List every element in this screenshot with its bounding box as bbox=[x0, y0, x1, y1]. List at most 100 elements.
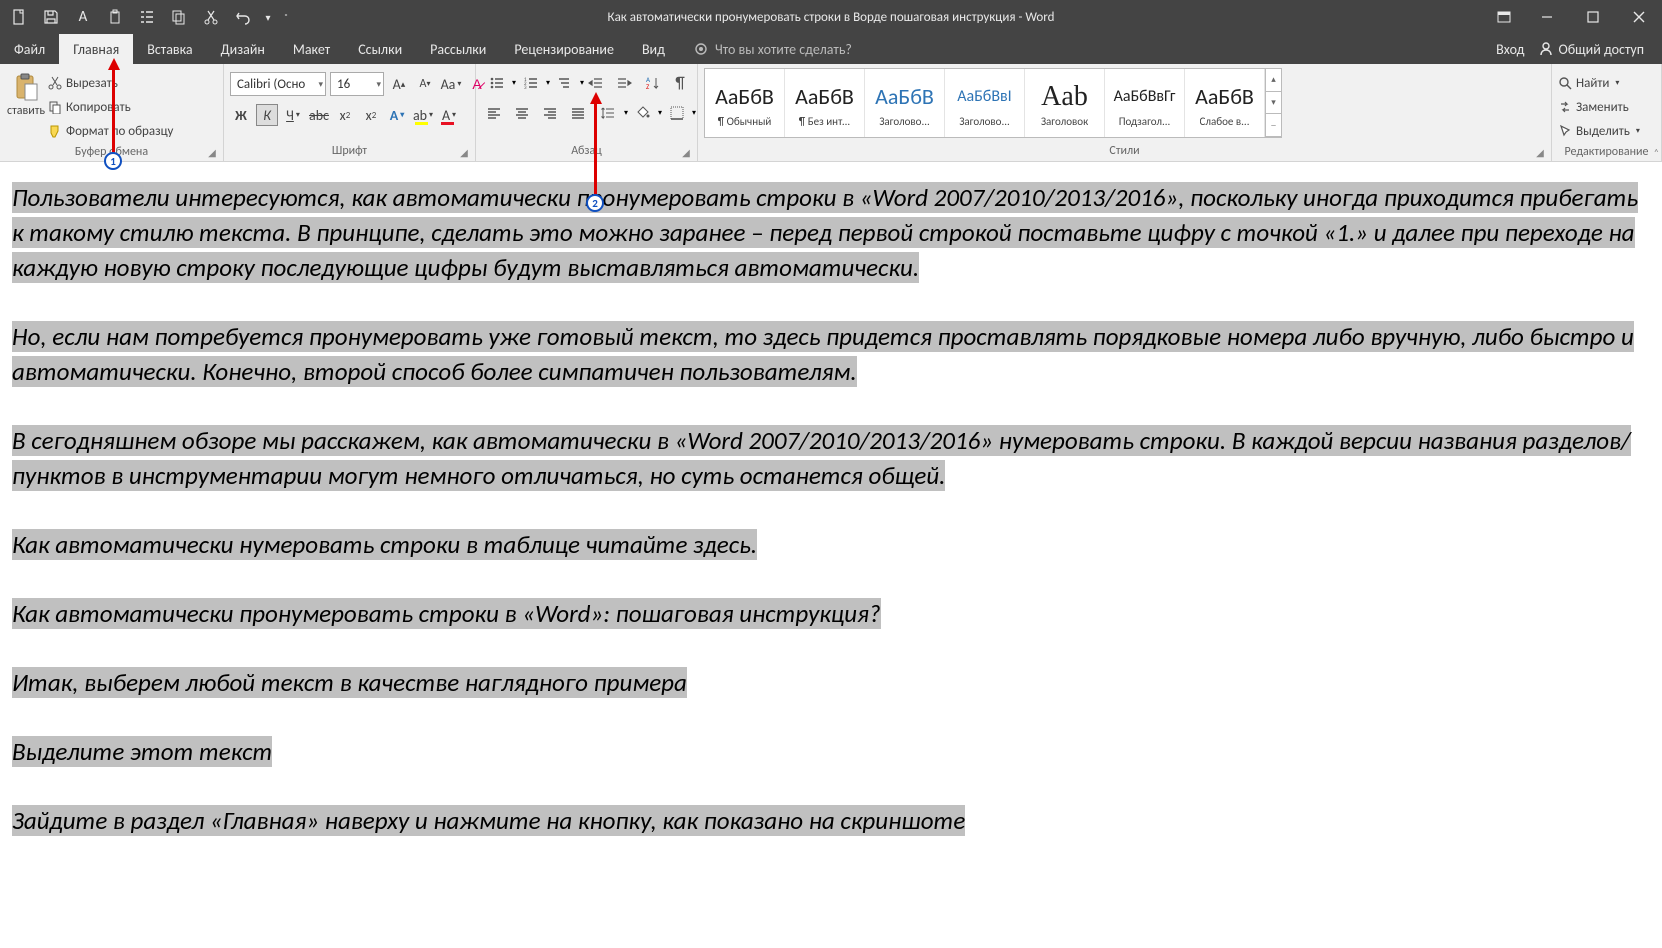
share-button[interactable]: Общий доступ bbox=[1538, 41, 1644, 58]
font-group-label: Шрифт bbox=[224, 141, 475, 161]
italic-button[interactable]: К bbox=[256, 104, 278, 126]
justify-button[interactable] bbox=[566, 102, 590, 124]
tell-me-search[interactable]: Что вы хотите сделать? bbox=[679, 34, 852, 64]
superscript-button[interactable]: x2 bbox=[360, 104, 382, 126]
ribbon-display-icon[interactable] bbox=[1484, 0, 1524, 34]
decrease-indent-button[interactable] bbox=[584, 72, 608, 94]
document-body[interactable]: Пользователи интересуются, как автоматич… bbox=[0, 162, 1662, 846]
ribbon: ставить Вырезать Копировать Формат по об… bbox=[0, 64, 1662, 162]
collapse-ribbon-icon[interactable]: ˄ bbox=[1654, 146, 1659, 159]
subscript-button[interactable]: x2 bbox=[334, 104, 356, 126]
clipboard-dialog-launcher[interactable]: ◢ bbox=[205, 145, 219, 159]
underline-button[interactable]: Ч▾ bbox=[282, 104, 304, 126]
signin-button[interactable]: Вход bbox=[1496, 41, 1524, 58]
redo-dropdown-icon[interactable]: ▾ bbox=[259, 0, 277, 34]
tab-references[interactable]: Ссылки bbox=[344, 34, 416, 64]
tab-review[interactable]: Рецензирование bbox=[500, 34, 628, 64]
show-marks-button[interactable]: ¶ bbox=[668, 72, 692, 94]
undo-icon[interactable] bbox=[227, 0, 259, 34]
align-right-button[interactable] bbox=[538, 102, 562, 124]
font-name-combo[interactable]: Calibri (Осно▾ bbox=[230, 72, 326, 96]
font-color-button[interactable]: A▾ bbox=[438, 104, 460, 126]
tab-view[interactable]: Вид bbox=[628, 34, 679, 64]
bold-button[interactable]: Ж bbox=[230, 104, 252, 126]
doc-paragraph: Как автоматически пронумеровать строки в… bbox=[12, 598, 881, 629]
paragraph-group-label: Абзац bbox=[476, 141, 697, 161]
doc-paragraph: Выделите этот текст bbox=[12, 736, 272, 767]
window-title: Как автоматически пронумеровать строки в… bbox=[608, 10, 1055, 25]
gallery-scroll[interactable]: ▴▾⎯ bbox=[1265, 69, 1281, 137]
style-item[interactable]: АаБбВвГгПодзагол... bbox=[1105, 69, 1185, 137]
paste-label: ставить bbox=[7, 104, 45, 118]
tab-mailings[interactable]: Рассылки bbox=[416, 34, 500, 64]
font-dialog-launcher[interactable]: ◢ bbox=[457, 145, 471, 159]
tab-insert[interactable]: Вставка bbox=[133, 34, 206, 64]
sort-button[interactable]: AZ bbox=[640, 72, 664, 94]
highlight-button[interactable]: ab▾ bbox=[412, 104, 434, 126]
ribbon-tabs: Файл Главная Вставка Дизайн Макет Ссылки… bbox=[0, 34, 1662, 64]
shrink-font-button[interactable]: A▾ bbox=[414, 73, 436, 95]
new-doc-icon[interactable] bbox=[3, 0, 35, 34]
change-case-button[interactable]: Aa▾ bbox=[440, 73, 462, 95]
annotation-arrow-1 bbox=[108, 58, 120, 70]
select-button[interactable]: Выделить▾ bbox=[1558, 120, 1655, 142]
style-item[interactable]: АаБбВ¶ Обычный bbox=[705, 69, 785, 137]
doc-paragraph: Зайдите в раздел «Главная» наверху и наж… bbox=[12, 805, 965, 836]
find-button[interactable]: Найти▾ bbox=[1558, 72, 1655, 94]
styles-gallery[interactable]: АаБбВ¶ ОбычныйАаБбВ¶ Без инт...АаБбВЗаго… bbox=[704, 68, 1282, 138]
maximize-icon[interactable] bbox=[1570, 0, 1616, 34]
multilevel-list-button[interactable]: ▾ bbox=[550, 72, 580, 94]
clipboard-qat-icon[interactable] bbox=[99, 0, 131, 34]
format-painter-button[interactable]: Формат по образцу bbox=[48, 120, 217, 142]
styles-group-label: Стили bbox=[698, 141, 1551, 161]
increase-indent-button[interactable] bbox=[612, 72, 636, 94]
group-paragraph: ▾ 123▾ ▾ AZ ¶ ▾ ▾ ▾ А bbox=[476, 64, 698, 161]
qat-customize-icon[interactable]: ⁼ bbox=[277, 0, 295, 34]
style-item[interactable]: АаБбВЗаголово... bbox=[865, 69, 945, 137]
group-font: Calibri (Осно▾ 16▾ A▴ A▾ Aa▾ A̷ Ж К Ч▾ a… bbox=[224, 64, 476, 161]
annotation-badge-1: 1 bbox=[104, 152, 122, 170]
share-label: Общий доступ bbox=[1558, 41, 1644, 58]
align-left-button[interactable] bbox=[482, 102, 506, 124]
window-controls bbox=[1484, 0, 1662, 34]
doc-paragraph: Но, если нам потребуется пронумеровать у… bbox=[12, 321, 1634, 387]
style-item[interactable]: АаБбВСлабое в... bbox=[1185, 69, 1265, 137]
line-spacing-button[interactable]: ▾ bbox=[594, 102, 624, 124]
replace-button[interactable]: Заменить bbox=[1558, 96, 1655, 118]
paragraph-dialog-launcher[interactable]: ◢ bbox=[679, 145, 693, 159]
paste-button[interactable]: ставить bbox=[6, 68, 46, 142]
editing-group-label: Редактирование bbox=[1552, 142, 1661, 162]
strikethrough-button[interactable]: abc bbox=[308, 104, 330, 126]
style-item[interactable]: AabЗаголовок bbox=[1025, 69, 1105, 137]
bullets-button[interactable]: ▾ bbox=[482, 72, 512, 94]
font-size-combo[interactable]: 16▾ bbox=[330, 72, 384, 96]
minimize-icon[interactable] bbox=[1524, 0, 1570, 34]
titlebar: A ▾ ⁼ Как автоматически пронумеровать ст… bbox=[0, 0, 1662, 34]
style-item[interactable]: АаБбВвІЗаголово... bbox=[945, 69, 1025, 137]
copy-button[interactable]: Копировать bbox=[48, 96, 217, 118]
styles-dialog-launcher[interactable]: ◢ bbox=[1533, 145, 1547, 159]
cut-button[interactable]: Вырезать bbox=[48, 72, 217, 94]
annotation-arrow-1-line bbox=[112, 70, 115, 154]
annotation-badge-2: 2 bbox=[586, 194, 604, 212]
align-center-button[interactable] bbox=[510, 102, 534, 124]
tab-design[interactable]: Дизайн bbox=[207, 34, 279, 64]
group-editing: Найти▾ Заменить Выделить▾ Редактирование bbox=[1552, 64, 1662, 161]
tab-home[interactable]: Главная bbox=[59, 34, 133, 64]
tab-layout[interactable]: Макет bbox=[279, 34, 344, 64]
text-effects-button[interactable]: A▾ bbox=[386, 104, 408, 126]
copy-qat-icon[interactable] bbox=[163, 0, 195, 34]
borders-button[interactable]: ▾ bbox=[662, 102, 692, 124]
list-qat-icon[interactable] bbox=[131, 0, 163, 34]
tab-file[interactable]: Файл bbox=[0, 34, 59, 64]
close-icon[interactable] bbox=[1616, 0, 1662, 34]
style-item[interactable]: АаБбВ¶ Без инт... bbox=[785, 69, 865, 137]
numbering-button[interactable]: 123▾ bbox=[516, 72, 546, 94]
font-qat-icon[interactable]: A bbox=[67, 0, 99, 34]
save-icon[interactable] bbox=[35, 0, 67, 34]
tell-me-placeholder: Что вы хотите сделать? bbox=[715, 41, 852, 58]
cut-qat-icon[interactable] bbox=[195, 0, 227, 34]
shading-button[interactable]: ▾ bbox=[628, 102, 658, 124]
doc-paragraph: Пользователи интересуются, как автоматич… bbox=[12, 182, 1638, 283]
grow-font-button[interactable]: A▴ bbox=[388, 73, 410, 95]
